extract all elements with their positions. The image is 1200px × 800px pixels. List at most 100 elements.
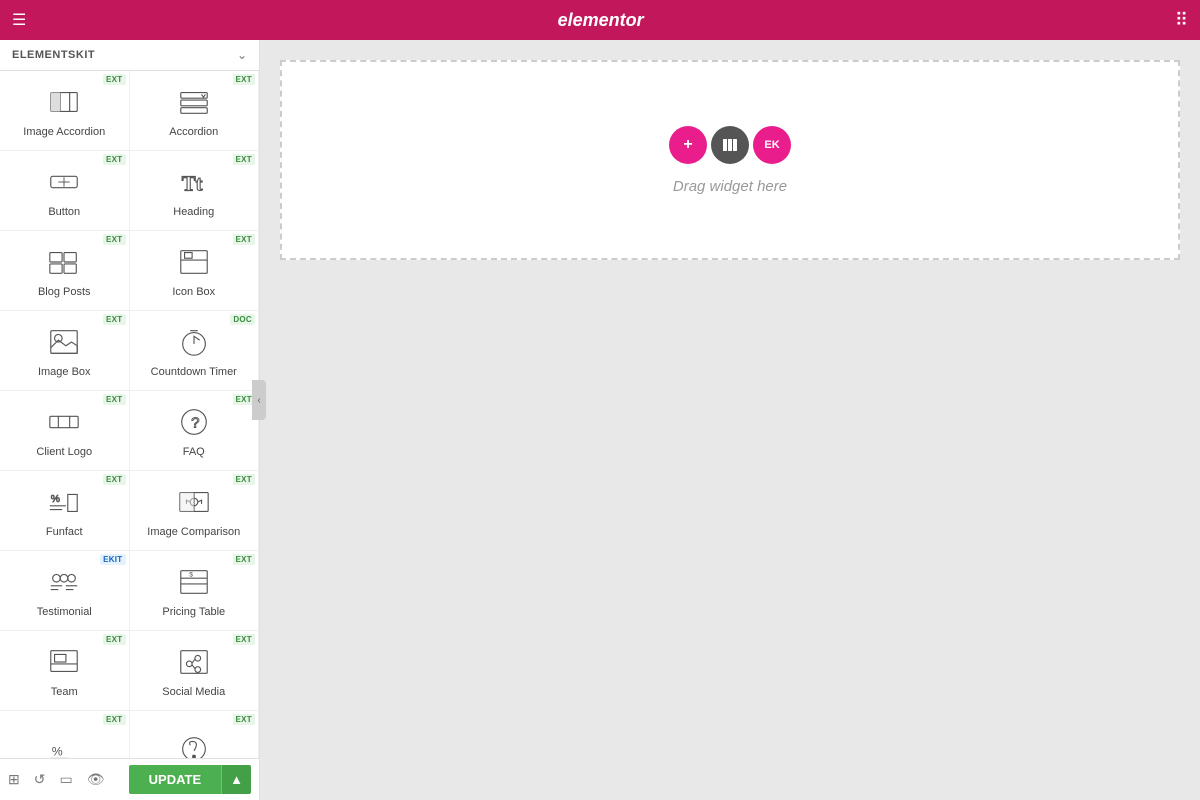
widget-badge: DOC xyxy=(230,314,255,325)
widget-badge: EXT xyxy=(233,554,255,565)
button-icon xyxy=(46,164,82,200)
bottom-bar: ⊞ ↺ ▭ 👁 UPDATE ▲ xyxy=(0,758,259,800)
accordion-icon xyxy=(176,84,212,120)
widget-client-logo[interactable]: EXT Client Logo xyxy=(0,391,130,471)
widget-label: Icon Box xyxy=(172,286,215,299)
widget-heading[interactable]: EXT Tt Heading xyxy=(130,151,260,231)
widget-label: Countdown Timer xyxy=(151,366,237,379)
widget-label: Image Accordion xyxy=(23,126,105,139)
widget-badge: EXT xyxy=(103,314,125,325)
faq-icon: ? xyxy=(176,404,212,440)
widget-badge: EXT xyxy=(103,474,125,485)
testimonial-icon xyxy=(46,564,82,600)
drag-widget-text: Drag widget here xyxy=(673,178,787,195)
widget-label: Funfact xyxy=(46,526,83,539)
drag-controls: + EK xyxy=(669,126,791,164)
update-btn-group: UPDATE ▲ xyxy=(129,765,251,794)
widget-icon-box[interactable]: EXT Icon Box xyxy=(130,231,260,311)
add-element-button[interactable]: + xyxy=(669,126,707,164)
column-button[interactable] xyxy=(711,126,749,164)
widget-label: Button xyxy=(48,206,80,219)
widget-badge: EXT xyxy=(233,634,255,645)
pricing-table-icon: $ xyxy=(176,564,212,600)
elementor-logo: elementor xyxy=(558,10,644,31)
widget-17[interactable]: EXT % xyxy=(0,711,130,758)
widget-badge: EXT xyxy=(103,234,125,245)
widget-badge: EXT xyxy=(103,394,125,405)
widget-faq[interactable]: EXT ? FAQ xyxy=(130,391,260,471)
chevron-down-icon[interactable]: ⌄ xyxy=(237,48,247,62)
widget-label: Team xyxy=(51,686,78,699)
blog-posts-icon xyxy=(46,244,82,280)
widget-badge: EXT xyxy=(103,74,125,85)
heading-icon: Tt xyxy=(176,164,212,200)
update-button[interactable]: UPDATE xyxy=(129,765,221,794)
collapse-handle[interactable]: ‹ xyxy=(252,380,266,420)
widget-blog-posts[interactable]: EXT Blog Posts xyxy=(0,231,130,311)
image-comparison-icon xyxy=(176,484,212,520)
widget-badge: EXT xyxy=(233,74,255,85)
widget-badge: EKIT xyxy=(100,554,125,565)
image-box-icon xyxy=(46,324,82,360)
elementskit-title: ELEMENTSKIT xyxy=(12,49,95,61)
bottom-bar-icons: ⊞ ↺ ▭ 👁 xyxy=(8,771,104,788)
widget-testimonial[interactable]: EKIT Testimonial xyxy=(0,551,130,631)
widget-countdown-timer[interactable]: DOC Countdown Timer xyxy=(130,311,260,391)
svg-text:%: % xyxy=(51,494,60,505)
ek-button[interactable]: EK xyxy=(753,126,791,164)
hamburger-icon[interactable]: ☰ xyxy=(12,10,26,30)
svg-text:%: % xyxy=(52,744,63,758)
grid-icon[interactable]: ⠿ xyxy=(1175,10,1188,31)
widget-image-box[interactable]: EXT Image Box xyxy=(0,311,130,391)
widget-label: Client Logo xyxy=(36,446,92,459)
social-media-icon xyxy=(176,644,212,680)
client-logo-icon xyxy=(46,404,82,440)
widget-social-media[interactable]: EXT Social Media xyxy=(130,631,260,711)
sidebar: ELEMENTSKIT ⌄ EXT Image Accordion EXT Ac… xyxy=(0,40,260,800)
widget-badge: EXT xyxy=(233,154,255,165)
widget-accordion[interactable]: EXT Accordion xyxy=(130,71,260,151)
widget-label: Heading xyxy=(173,206,214,219)
widget-badge: EXT xyxy=(103,154,125,165)
widget-badge: EXT xyxy=(103,714,125,725)
widget-funfact[interactable]: EXT % Funfact xyxy=(0,471,130,551)
icon-box-icon xyxy=(176,244,212,280)
widget-image-comparison[interactable]: EXT Image Comparison xyxy=(130,471,260,551)
team-icon xyxy=(46,644,82,680)
funfact-icon: % xyxy=(46,484,82,520)
svg-text:?: ? xyxy=(191,415,199,432)
responsive-icon[interactable]: ▭ xyxy=(59,771,72,788)
widget-label: Testimonial xyxy=(37,606,92,619)
svg-text:Tt: Tt xyxy=(181,172,202,195)
layers-icon[interactable]: ⊞ xyxy=(8,771,20,788)
image-accordion-icon xyxy=(46,84,82,120)
widget-label: Pricing Table xyxy=(162,606,225,619)
canvas-area: + EK Drag widget here ​ xyxy=(260,40,1200,800)
widget-image-accordion[interactable]: EXT Image Accordion xyxy=(0,71,130,151)
widget-pricing-table[interactable]: EXT $ Pricing Table xyxy=(130,551,260,631)
settings-icon[interactable]: ↺ xyxy=(34,771,46,788)
canvas-page[interactable]: + EK Drag widget here xyxy=(280,60,1180,260)
countdown-timer-icon xyxy=(176,324,212,360)
widget-team[interactable]: EXT Team xyxy=(0,631,130,711)
sidebar-header: ELEMENTSKIT ⌄ xyxy=(0,40,259,71)
widget-badge: EXT xyxy=(233,234,255,245)
widget-label: Social Media xyxy=(162,686,225,699)
svg-text:$: $ xyxy=(189,571,193,578)
widget-badge: EXT xyxy=(103,634,125,645)
top-bar: ☰ elementor ⠿ xyxy=(0,0,1200,40)
widgets-grid: EXT Image Accordion EXT Accordion EXT xyxy=(0,71,259,758)
widget-badge: EXT xyxy=(233,714,255,725)
widget-label: Image Box xyxy=(38,366,91,379)
update-arrow-button[interactable]: ▲ xyxy=(221,765,251,794)
widget-label: Accordion xyxy=(169,126,218,139)
widget-18[interactable]: EXT xyxy=(130,711,260,758)
widget-17-icon: % xyxy=(46,731,82,759)
eye-icon[interactable]: 👁 xyxy=(87,771,105,788)
widget-label: Blog Posts xyxy=(38,286,91,299)
widget-button[interactable]: EXT Button xyxy=(0,151,130,231)
widget-badge: EXT xyxy=(233,474,255,485)
widget-label: Image Comparison xyxy=(147,526,240,539)
main-layout: ELEMENTSKIT ⌄ EXT Image Accordion EXT Ac… xyxy=(0,40,1200,800)
widget-label: FAQ xyxy=(183,446,205,459)
